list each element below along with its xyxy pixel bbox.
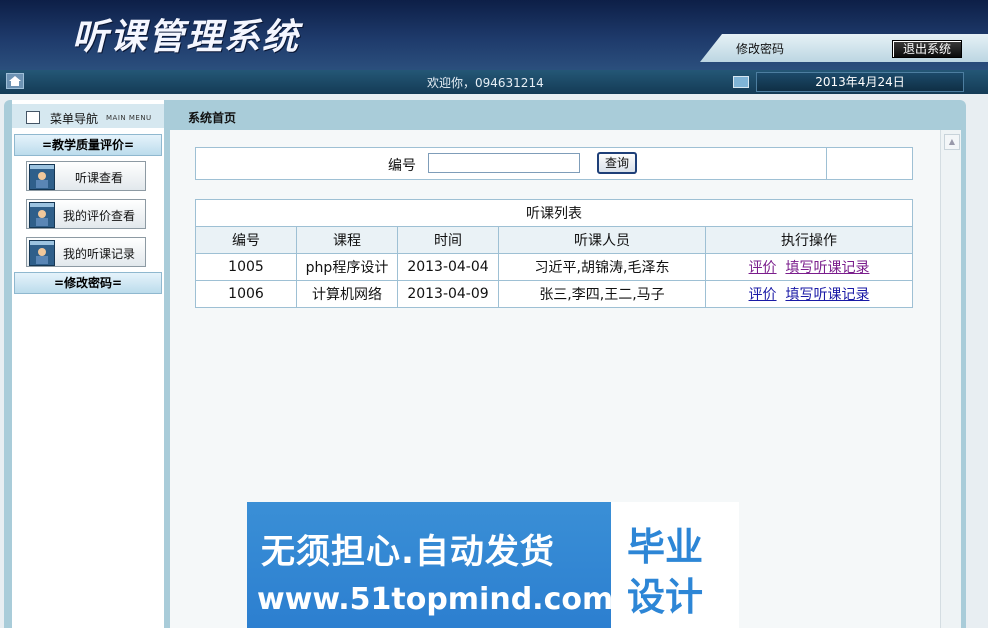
menu-title: 菜单导航 <box>50 112 99 126</box>
system-title: 听课管理系统 <box>72 16 301 58</box>
ad-badge: 毕业 设计 <box>611 502 739 628</box>
change-password-link[interactable]: 修改密码 <box>736 40 784 57</box>
sidebar-item-label: 我的听课记录 <box>62 247 135 261</box>
ad-slogan: 无须担心.自动发货 <box>261 532 555 572</box>
menu-icon <box>26 111 40 124</box>
table-row: 1006 计算机网络 2013-04-09 张三,李四,王二,马子 评价 填写听… <box>195 280 913 308</box>
user-icon <box>29 202 55 228</box>
search-button[interactable]: 查询 <box>597 152 637 174</box>
sidebar-item-my-records[interactable]: 我的听课记录 <box>26 237 146 267</box>
table-caption-row: 听课列表 <box>195 199 913 227</box>
home-icon[interactable] <box>6 73 24 89</box>
evaluate-link[interactable]: 评价 <box>749 287 777 303</box>
ad-url: www.51topmind.com <box>257 582 614 617</box>
logout-button[interactable]: 退出系统 <box>892 40 962 58</box>
status-bar: 欢迎你，094631214 2013年4月24日 <box>0 70 988 94</box>
vertical-scrollbar[interactable]: ▲ <box>940 130 961 628</box>
cell-people: 张三,李四,王二,马子 <box>498 280 706 308</box>
cell-course: php程序设计 <box>296 253 398 281</box>
sidebar-item-label: 我的评价查看 <box>62 209 135 223</box>
content-header: 系统首页 <box>170 104 960 130</box>
user-icon <box>29 240 55 266</box>
column-header-actions: 执行操作 <box>705 226 913 254</box>
ad-badge-top: 毕业 <box>627 525 704 569</box>
cell-date: 2013-04-09 <box>397 280 499 308</box>
menu-header: 菜单导航 MAIN MENU <box>12 104 164 128</box>
divider <box>826 148 827 179</box>
evaluate-link[interactable]: 评价 <box>749 260 777 276</box>
user-icon <box>29 164 55 190</box>
column-header-id: 编号 <box>195 226 297 254</box>
monitor-icon <box>733 76 749 88</box>
cell-id: 1006 <box>195 280 297 308</box>
search-panel: 编号 查询 <box>195 147 913 180</box>
welcome-message: 欢迎你，094631214 <box>427 76 544 90</box>
column-header-people: 听课人员 <box>498 226 706 254</box>
lecture-list-table: 听课列表 编号 课程 时间 听课人员 执行操作 1005 php程序设计 201… <box>195 199 913 308</box>
column-header-date: 时间 <box>397 226 499 254</box>
fill-record-link[interactable]: 填写听课记录 <box>785 260 869 276</box>
table-row: 1005 php程序设计 2013-04-04 习近平,胡锦涛,毛泽东 评价 填… <box>195 253 913 281</box>
column-header-course: 课程 <box>296 226 398 254</box>
cell-date: 2013-04-04 <box>397 253 499 281</box>
top-banner: 听课管理系统 修改密码 退出系统 <box>0 0 988 70</box>
sidebar-item-my-evaluations[interactable]: 我的评价查看 <box>26 199 146 229</box>
cell-course: 计算机网络 <box>296 280 398 308</box>
ad-banner[interactable]: 无须担心.自动发货 www.51topmind.com 毕业 设计 <box>247 502 739 628</box>
table-caption: 听课列表 <box>195 199 913 227</box>
cell-people: 习近平,胡锦涛,毛泽东 <box>498 253 706 281</box>
search-input[interactable] <box>428 153 580 173</box>
page-title: 系统首页 <box>188 111 237 125</box>
sidebar-item-view-lectures[interactable]: 听课查看 <box>26 161 146 191</box>
sidebar-item-label: 听课查看 <box>74 171 123 185</box>
section-change-password[interactable]: =修改密码= <box>14 272 162 294</box>
sidebar: 菜单导航 MAIN MENU =教学质量评价= 听课查看 我的评价查看 我的听课… <box>12 100 164 628</box>
ad-badge-bottom: 设计 <box>627 575 704 619</box>
current-date: 2013年4月24日 <box>756 72 964 92</box>
scroll-up-icon[interactable]: ▲ <box>944 134 960 150</box>
section-teaching-quality[interactable]: =教学质量评价= <box>14 134 162 156</box>
cell-id: 1005 <box>195 253 297 281</box>
search-label: 编号 <box>388 158 416 174</box>
fill-record-link[interactable]: 填写听课记录 <box>785 287 869 303</box>
cell-actions: 评价 填写听课记录 <box>705 280 913 308</box>
menu-title-en: MAIN MENU <box>106 114 152 122</box>
cell-actions: 评价 填写听课记录 <box>705 253 913 281</box>
table-header-row: 编号 课程 时间 听课人员 执行操作 <box>195 226 913 254</box>
